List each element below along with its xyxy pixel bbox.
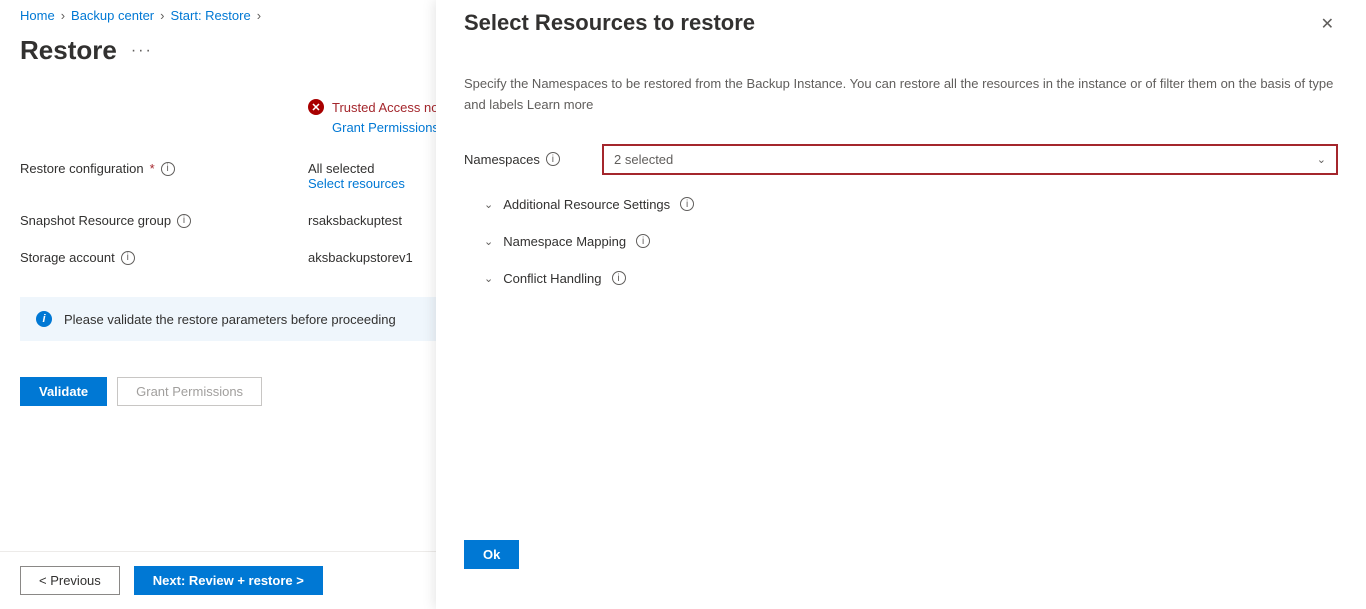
select-resources-panel: Select Resources to restore ✕ Specify th… <box>436 0 1366 609</box>
chevron-down-icon: ⌄ <box>484 235 493 248</box>
next-button[interactable]: Next: Review + restore > <box>134 566 323 595</box>
namespaces-value: 2 selected <box>614 152 673 167</box>
ok-button[interactable]: Ok <box>464 540 519 569</box>
required-icon: * <box>150 161 155 176</box>
previous-button[interactable]: < Previous <box>20 566 120 595</box>
info-icon[interactable]: i <box>177 214 191 228</box>
restore-config-value: All selected <box>308 161 405 176</box>
storage-account-label: Storage account <box>20 250 115 265</box>
breadcrumb-backup-center[interactable]: Backup center <box>71 8 154 23</box>
info-icon[interactable]: i <box>612 271 626 285</box>
conflict-handling-expander[interactable]: ⌄ Conflict Handling i <box>484 271 1338 286</box>
info-icon[interactable]: i <box>636 234 650 248</box>
info-icon[interactable]: i <box>546 152 560 166</box>
info-bar-text: Please validate the restore parameters b… <box>64 312 396 327</box>
chevron-down-icon: ⌄ <box>484 198 493 211</box>
page-title: Restore <box>20 35 117 66</box>
info-icon[interactable]: i <box>121 251 135 265</box>
panel-title: Select Resources to restore <box>464 10 755 36</box>
panel-description: Specify the Namespaces to be restored fr… <box>464 74 1338 116</box>
more-menu-icon[interactable]: ··· <box>131 42 153 60</box>
expander-label: Additional Resource Settings <box>503 197 670 212</box>
snapshot-rg-value: rsaksbackuptest <box>308 213 402 228</box>
storage-account-value: aksbackupstorev1 <box>308 250 413 265</box>
validate-button[interactable]: Validate <box>20 377 107 406</box>
close-icon[interactable]: ✕ <box>1317 10 1338 38</box>
chevron-right-icon: › <box>160 8 164 23</box>
chevron-down-icon: ⌄ <box>1317 153 1326 166</box>
breadcrumb-home[interactable]: Home <box>20 8 55 23</box>
namespace-mapping-expander[interactable]: ⌄ Namespace Mapping i <box>484 234 1338 249</box>
chevron-right-icon: › <box>257 8 261 23</box>
snapshot-rg-label: Snapshot Resource group <box>20 213 171 228</box>
namespaces-label: Namespaces <box>464 152 540 167</box>
grant-permissions-button[interactable]: Grant Permissions <box>117 377 262 406</box>
chevron-right-icon: › <box>61 8 65 23</box>
additional-resource-settings-expander[interactable]: ⌄ Additional Resource Settings i <box>484 197 1338 212</box>
info-icon: i <box>36 311 52 327</box>
expander-label: Namespace Mapping <box>503 234 626 249</box>
breadcrumb-start-restore[interactable]: Start: Restore <box>170 8 250 23</box>
select-resources-link[interactable]: Select resources <box>308 176 405 191</box>
error-icon: ✕ <box>308 99 324 115</box>
chevron-down-icon: ⌄ <box>484 272 493 285</box>
info-icon[interactable]: i <box>680 197 694 211</box>
restore-config-label: Restore configuration <box>20 161 144 176</box>
namespaces-dropdown[interactable]: 2 selected ⌄ <box>602 144 1338 175</box>
expander-label: Conflict Handling <box>503 271 601 286</box>
info-icon[interactable]: i <box>161 162 175 176</box>
